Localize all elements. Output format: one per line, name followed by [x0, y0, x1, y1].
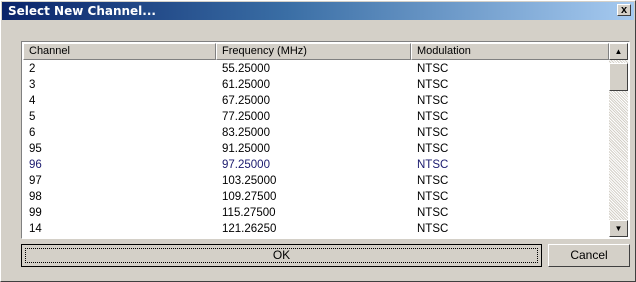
cell-modulation: NTSC	[417, 95, 449, 107]
cell-channel: 97	[29, 175, 42, 187]
column-header-frequency[interactable]: Frequency (MHz)	[216, 43, 411, 60]
vertical-scrollbar[interactable]: ▲ ▼	[609, 43, 628, 237]
cell-frequency: 91.25000	[222, 143, 270, 155]
table-row[interactable]: 95 91.25000 NTSC	[23, 141, 609, 157]
close-button[interactable]: x	[617, 4, 631, 16]
cell-frequency: 103.25000	[222, 175, 277, 187]
table-row[interactable]: 3 61.25000 NTSC	[23, 77, 609, 93]
channel-list[interactable]: Channel Frequency (MHz) Modulation 2 55.2…	[21, 41, 630, 239]
cell-modulation: NTSC	[417, 159, 449, 171]
cell-frequency: 67.25000	[222, 95, 270, 107]
cell-frequency: 97.25000	[222, 159, 270, 171]
cell-frequency: 55.25000	[222, 63, 270, 75]
title-bar[interactable]: Select New Channel... x	[2, 2, 634, 20]
cell-modulation: NTSC	[417, 207, 449, 219]
cancel-label: Cancel	[570, 248, 608, 262]
cancel-button[interactable]: Cancel	[548, 244, 630, 267]
cell-channel: 14	[29, 223, 42, 235]
ok-button[interactable]: OK	[21, 244, 542, 267]
cell-frequency: 121.26250	[222, 223, 277, 235]
cell-channel: 98	[29, 191, 42, 203]
cell-channel: 4	[29, 95, 36, 107]
table-row[interactable]: 96 97.25000 NTSC	[23, 157, 609, 173]
cell-channel: 3	[29, 79, 36, 91]
close-icon: x	[620, 4, 628, 16]
cell-modulation: NTSC	[417, 143, 449, 155]
cell-modulation: NTSC	[417, 127, 449, 139]
cell-channel: 6	[29, 127, 36, 139]
column-header-modulation[interactable]: Modulation	[411, 43, 609, 60]
cell-modulation: NTSC	[417, 191, 449, 203]
cell-modulation: NTSC	[417, 175, 449, 187]
column-header-channel[interactable]: Channel	[23, 43, 216, 60]
cell-modulation: NTSC	[417, 111, 449, 123]
cell-modulation: NTSC	[417, 79, 449, 91]
arrow-down-icon: ▼	[614, 224, 623, 233]
scroll-thumb[interactable]	[609, 63, 628, 91]
table-row[interactable]: 99 115.27500 NTSC	[23, 205, 609, 221]
cell-channel: 99	[29, 207, 42, 219]
table-row[interactable]: 5 77.25000 NTSC	[23, 109, 609, 125]
cell-frequency: 115.27500	[222, 207, 276, 219]
focus-rectangle	[25, 248, 538, 263]
cell-frequency: 83.25000	[222, 127, 270, 139]
cell-channel: 2	[29, 63, 36, 75]
cell-channel: 96	[29, 159, 42, 171]
table-row[interactable]: 97 103.25000 NTSC	[23, 173, 609, 189]
window-title: Select New Channel...	[8, 4, 156, 18]
table-row[interactable]: 14 121.26250 NTSC	[23, 221, 609, 237]
scroll-down-button[interactable]: ▼	[609, 220, 628, 237]
table-row[interactable]: 98 109.27500 NTSC	[23, 189, 609, 205]
cell-modulation: NTSC	[417, 223, 449, 235]
cell-frequency: 109.27500	[222, 191, 277, 203]
scroll-up-button[interactable]: ▲	[609, 43, 628, 60]
cell-modulation: NTSC	[417, 63, 449, 75]
cell-channel: 95	[29, 143, 42, 155]
table-row[interactable]: 4 67.25000 NTSC	[23, 93, 609, 109]
table-row[interactable]: 2 55.25000 NTSC	[23, 61, 609, 77]
cell-frequency: 61.25000	[222, 79, 270, 91]
select-channel-dialog: Select New Channel... x Channel Frequenc…	[0, 0, 636, 282]
list-header: Channel Frequency (MHz) Modulation	[23, 43, 609, 60]
table-row[interactable]: 6 83.25000 NTSC	[23, 125, 609, 141]
arrow-up-icon: ▲	[614, 47, 623, 56]
cell-channel: 5	[29, 111, 36, 123]
list-body: 2 55.25000 NTSC 3 61.25000 NTSC 4 67.25000 NTSC 5…	[23, 61, 609, 237]
cell-frequency: 77.25000	[222, 111, 270, 123]
